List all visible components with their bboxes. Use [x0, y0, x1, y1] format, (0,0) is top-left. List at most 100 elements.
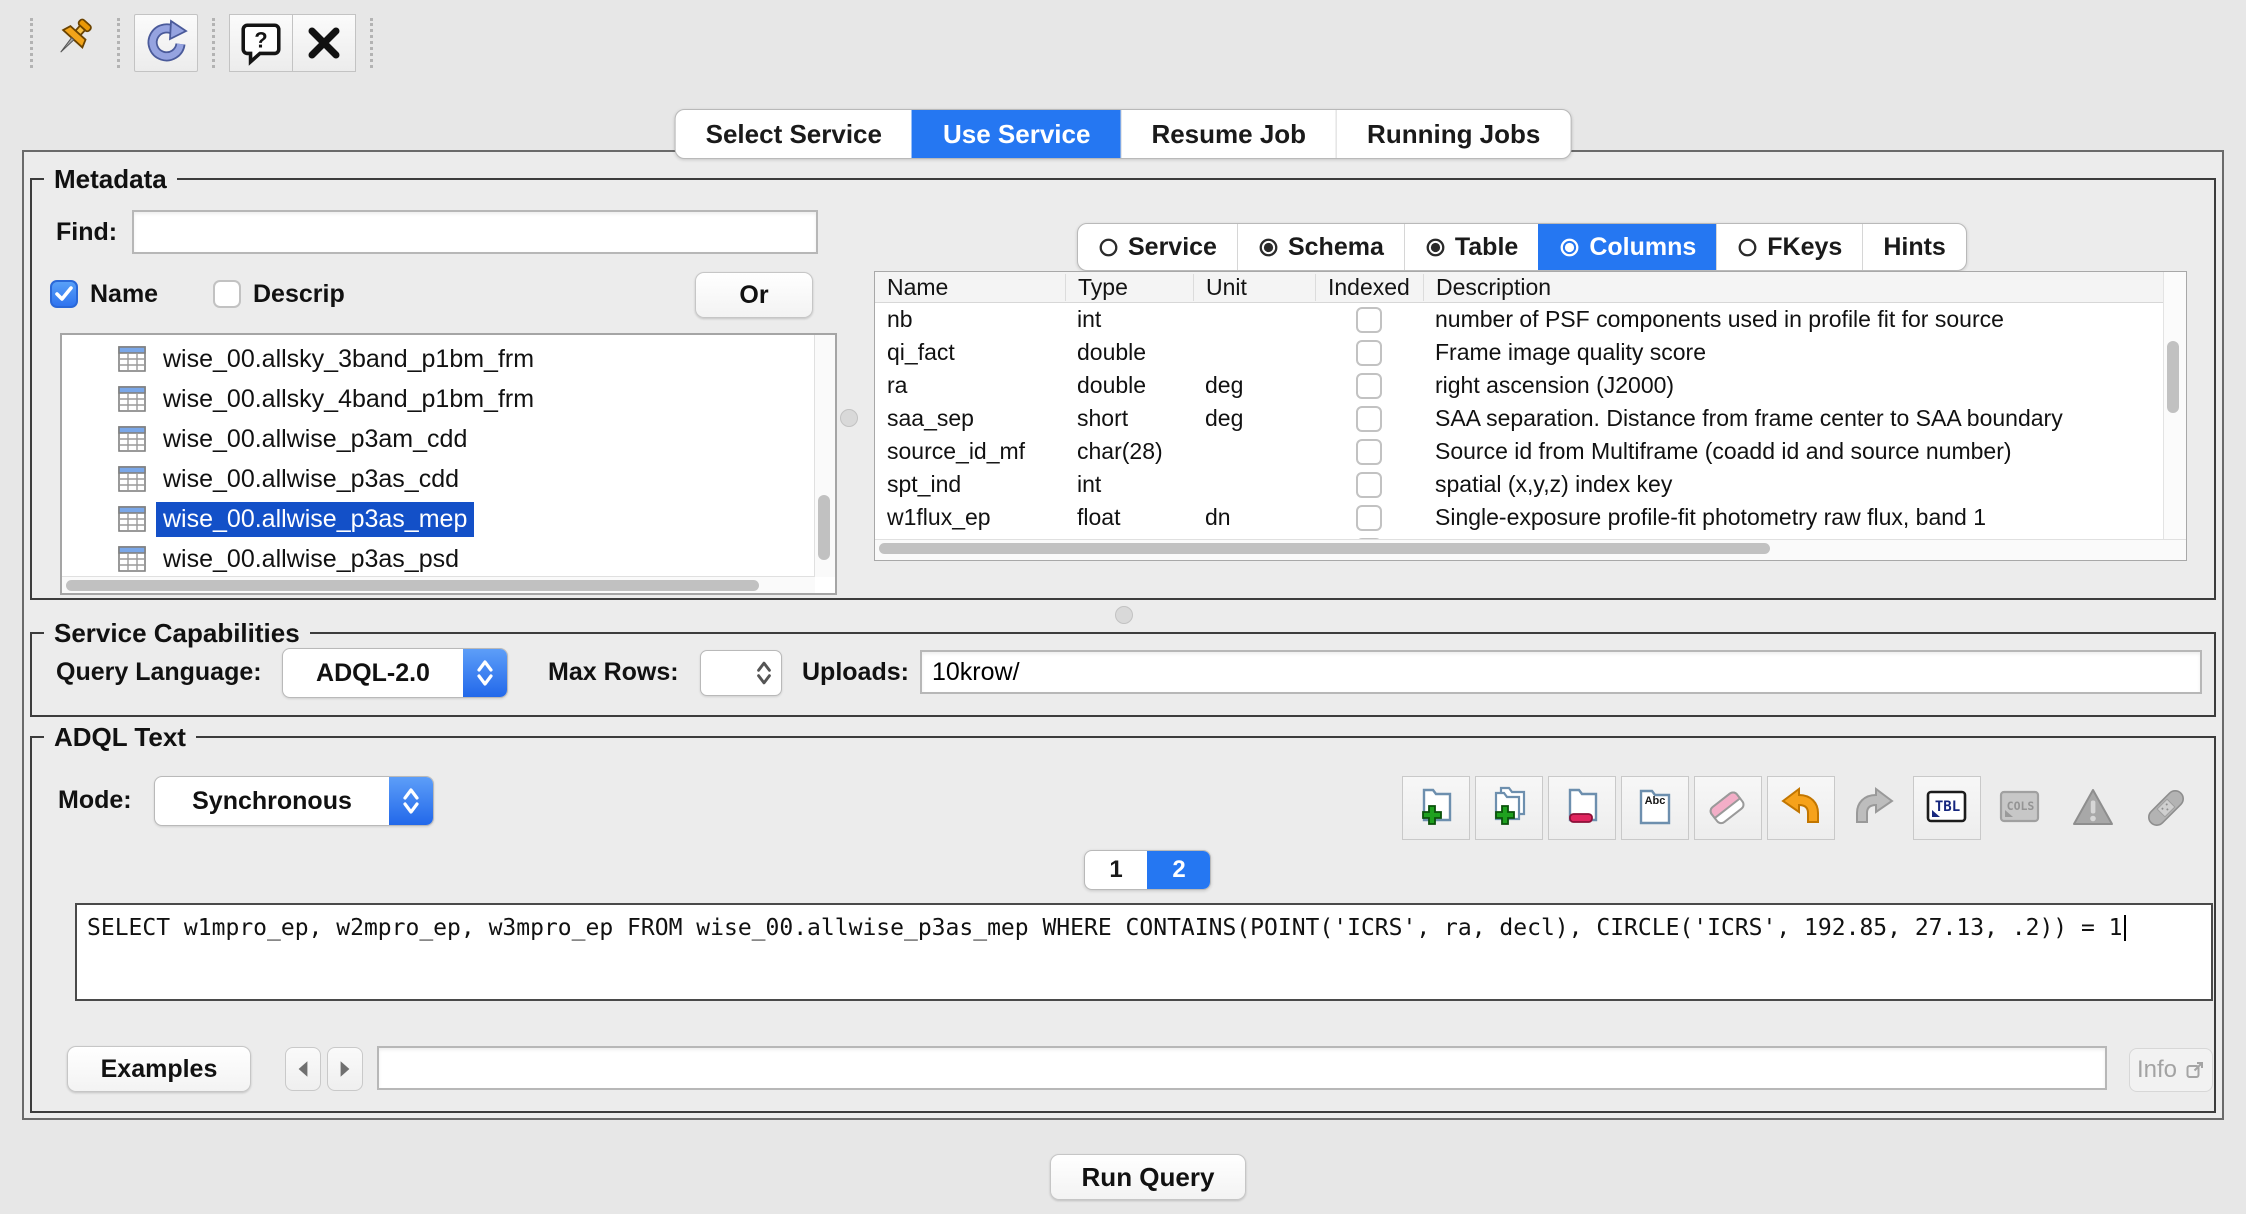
- service-capabilities-title: Service Capabilities: [44, 616, 310, 650]
- reload-button[interactable]: [134, 14, 198, 72]
- rename-tab-button[interactable]: Abc: [1621, 776, 1689, 840]
- parse-errors-button[interactable]: [2059, 776, 2127, 840]
- help-button[interactable]: ?: [229, 14, 293, 72]
- tree-item-label: wise_00.allsky_3band_p1bm_frm: [156, 342, 541, 377]
- descrip-checkbox[interactable]: [213, 280, 241, 308]
- spinner-chevrons-icon: [755, 658, 773, 688]
- metadata-panel-title: Metadata: [44, 162, 177, 196]
- insert-table-name-button[interactable]: TBL: [1913, 776, 1981, 840]
- panel-splitter-grip[interactable]: [1115, 606, 1133, 624]
- adql-text-area[interactable]: SELECT w1mpro_ep, w2mpro_ep, w3mpro_ep F…: [75, 903, 2213, 1001]
- examples-button[interactable]: Examples: [67, 1046, 251, 1092]
- tree-vertical-scrollbar[interactable]: [814, 335, 835, 577]
- indexed-checkbox[interactable]: [1356, 472, 1382, 498]
- view-tab-schema[interactable]: Schema: [1237, 224, 1404, 270]
- fix-query-button[interactable]: [2132, 776, 2200, 840]
- query-language-value: ADQL-2.0: [283, 659, 463, 688]
- run-query-button[interactable]: Run Query: [1050, 1154, 1246, 1200]
- table-row[interactable]: source_id_mfchar(28)Source id from Multi…: [875, 435, 2163, 468]
- radio-icon: [1425, 237, 1446, 258]
- tree-item[interactable]: wise_00.allwise_p3as_mep: [62, 499, 815, 539]
- undo-button[interactable]: [1767, 776, 1835, 840]
- indexed-checkbox[interactable]: [1356, 505, 1382, 531]
- tree-horizontal-scrollbar[interactable]: [62, 576, 815, 593]
- cell-name: w1flux_ep: [875, 504, 1065, 531]
- table-row[interactable]: radoubledegright ascension (J2000): [875, 369, 2163, 402]
- indexed-checkbox[interactable]: [1356, 307, 1382, 333]
- example-name-field[interactable]: [377, 1046, 2107, 1090]
- table-row[interactable]: qi_factdoubleFrame image quality score: [875, 336, 2163, 369]
- info-button[interactable]: Info: [2129, 1048, 2213, 1092]
- tab-resume-job[interactable]: Resume Job: [1120, 110, 1336, 158]
- tree-item[interactable]: wise_00.allwise_p3as_psd: [62, 539, 815, 577]
- columns-vertical-scrollbar[interactable]: [2163, 272, 2186, 539]
- column-header-name[interactable]: Name: [875, 274, 1065, 301]
- cell-unit: deg: [1193, 405, 1315, 432]
- indexed-checkbox[interactable]: [1356, 406, 1382, 432]
- descrip-filter[interactable]: Descrip: [213, 274, 345, 314]
- tree-item[interactable]: wise_00.allsky_4band_p1bm_frm: [62, 379, 815, 419]
- adql-query-text: SELECT w1mpro_ep, w2mpro_ep, w3mpro_ep F…: [87, 915, 2123, 941]
- service-capabilities-panel: Service Capabilities Query Language: ADQ…: [30, 632, 2216, 717]
- next-example-button[interactable]: [327, 1047, 363, 1091]
- redo-button[interactable]: [1840, 776, 1908, 840]
- indexed-checkbox[interactable]: [1356, 439, 1382, 465]
- mode-label: Mode:: [58, 786, 132, 815]
- remove-tab-button[interactable]: [1548, 776, 1616, 840]
- indexed-checkbox[interactable]: [1356, 373, 1382, 399]
- view-tab-service[interactable]: Service: [1078, 224, 1237, 270]
- table-icon: [118, 506, 146, 532]
- columns-horizontal-scrollbar-thumb[interactable]: [879, 543, 1770, 554]
- tab-use-service[interactable]: Use Service: [912, 110, 1120, 158]
- sheet-tab-1[interactable]: 1: [1085, 851, 1147, 889]
- pin-button[interactable]: [47, 13, 103, 73]
- table-row[interactable]: saa_sepshortdegSAA separation. Distance …: [875, 402, 2163, 435]
- tab-select-service[interactable]: Select Service: [676, 110, 912, 158]
- schema-tree: wise_00.allsky_3band_p1bm_frm wise_00.al…: [62, 335, 815, 577]
- indexed-checkbox[interactable]: [1356, 340, 1382, 366]
- view-tab-columns[interactable]: Columns: [1538, 224, 1716, 270]
- columns-vertical-scrollbar-thumb[interactable]: [2167, 341, 2179, 413]
- uploads-field[interactable]: [920, 650, 2202, 694]
- column-header-unit[interactable]: Unit: [1193, 274, 1315, 301]
- copy-tab-button[interactable]: [1475, 776, 1543, 840]
- tree-item[interactable]: wise_00.allsky_3band_p1bm_frm: [62, 339, 815, 379]
- svg-text:?: ?: [254, 28, 267, 53]
- or-button[interactable]: Or: [695, 272, 813, 318]
- cell-indexed: [1315, 439, 1423, 465]
- view-tab-fkeys[interactable]: FKeys: [1716, 224, 1862, 270]
- tree-item[interactable]: wise_00.allwise_p3am_cdd: [62, 419, 815, 459]
- sheet-tab-2[interactable]: 2: [1147, 851, 1210, 889]
- tree-vertical-scrollbar-thumb[interactable]: [818, 495, 830, 560]
- tab-running-jobs[interactable]: Running Jobs: [1336, 110, 1570, 158]
- table-row[interactable]: spt_indintspatial (x,y,z) index key: [875, 468, 2163, 501]
- columns-horizontal-scrollbar[interactable]: [875, 539, 2186, 560]
- name-filter[interactable]: Name: [50, 274, 158, 314]
- view-tab-table[interactable]: Table: [1404, 224, 1538, 270]
- clear-text-button[interactable]: [1694, 776, 1762, 840]
- max-rows-spinner[interactable]: [700, 650, 782, 696]
- tree-horizontal-scrollbar-thumb[interactable]: [66, 580, 759, 591]
- column-header-description[interactable]: Description: [1423, 274, 2163, 301]
- column-header-type[interactable]: Type: [1065, 274, 1193, 301]
- query-language-select[interactable]: ADQL-2.0: [282, 648, 508, 698]
- text-caret: [2124, 915, 2126, 941]
- mode-select[interactable]: Synchronous: [154, 776, 434, 826]
- tree-item[interactable]: wise_00.allwise_p3as_cdd: [62, 459, 815, 499]
- redo-icon: [1850, 784, 1898, 832]
- add-tab-button[interactable]: [1402, 776, 1470, 840]
- previous-example-button[interactable]: [285, 1047, 321, 1091]
- table-icon: [118, 546, 146, 572]
- column-header-indexed[interactable]: Indexed: [1315, 274, 1423, 301]
- view-tab-hints[interactable]: Hints: [1862, 224, 1966, 270]
- toolbar-separator: [30, 18, 33, 68]
- cell-name: ra: [875, 372, 1065, 399]
- table-row[interactable]: nbintnumber of PSF components used in pr…: [875, 303, 2163, 336]
- splitter-grip[interactable]: [840, 409, 858, 427]
- insert-column-names-button[interactable]: COLS: [1986, 776, 2054, 840]
- find-input[interactable]: [132, 210, 818, 254]
- name-checkbox[interactable]: [50, 280, 78, 308]
- table-row[interactable]: w1flux_epfloatdnSingle-exposure profile-…: [875, 501, 2163, 534]
- chevron-stepper-icon: [463, 649, 507, 697]
- close-button[interactable]: [293, 14, 356, 72]
